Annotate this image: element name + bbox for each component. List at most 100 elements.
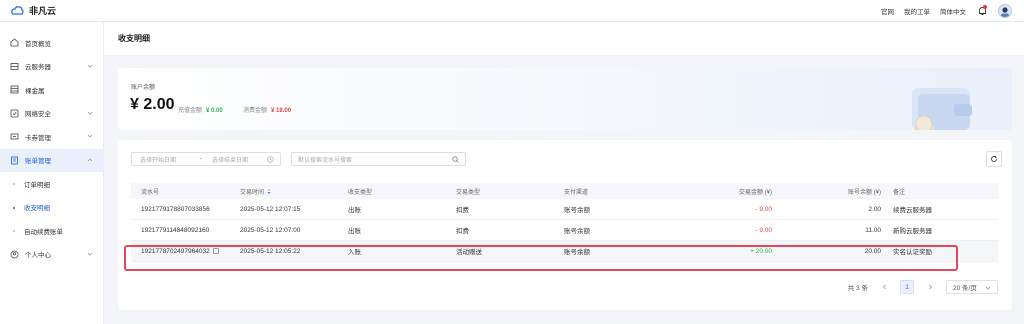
pagination-total: 共 3 条 [847, 285, 868, 292]
sidebar-item-coupons[interactable]: 卡券管理 [0, 125, 103, 149]
channel-cell: 账号余额 [564, 249, 590, 256]
sidebar-subitem-label: 自动续费账单 [24, 228, 63, 236]
balance-cell: 20.00 [864, 247, 881, 255]
next-page-button[interactable] [923, 280, 937, 294]
sidebar-item-label: 个人中心 [25, 252, 51, 260]
column-header: 支付渠道 [564, 189, 589, 196]
direction-cell: 入账 [348, 249, 361, 256]
balance-label: 账户余额 [131, 85, 156, 91]
baremetal-icon [10, 85, 19, 94]
amount-cell: - 9.00 [755, 205, 772, 213]
sidebar-subitem-auto-renewal[interactable]: 自动续费账单 [0, 219, 103, 243]
chevron-up-icon [87, 157, 93, 161]
server-icon [10, 62, 19, 71]
balance-card: 账户余额 ¥ 2.00 充值金额 ¥ 0.00 消费金额 ¥ 18.00 [118, 68, 1012, 130]
column-header-time[interactable]: 交易时间 [240, 187, 348, 196]
official-site-link[interactable]: 官网 [881, 6, 894, 16]
prev-page-button[interactable] [877, 280, 891, 294]
column-header: 流水号 [141, 189, 160, 196]
search-input[interactable]: 默认搜索流水号搜索 [291, 152, 466, 166]
refresh-button[interactable] [986, 151, 1002, 167]
channel-cell: 账号余额 [564, 207, 590, 214]
serial-cell: 1921779178807033856 [141, 205, 210, 213]
clock-icon [267, 156, 274, 163]
balance-amount: ¥ 2.00 [130, 96, 175, 113]
chevron-right-icon [928, 284, 932, 290]
my-tickets-link[interactable]: 我的工单 [904, 6, 930, 16]
column-header: 交易金额 (¥) [738, 189, 772, 196]
chevron-down-icon [87, 134, 93, 138]
sidebar-item-personal-center[interactable]: 个人中心 [0, 243, 103, 267]
sidebar-item-cloud-server[interactable]: 云服务器 [0, 55, 103, 79]
brand[interactable]: 非凡云 [0, 4, 56, 17]
remark-cell: 实名认证奖励 [893, 249, 932, 256]
balance-cell: 11.00 [865, 226, 881, 234]
notification-dot [983, 5, 987, 9]
app-name: 非凡云 [29, 6, 57, 16]
sidebar: 首页概览 云服务器 裸金属 网络安全 卡券管理 账单管理 订单明细 收支明细 自… [0, 22, 104, 324]
cloud-logo-icon [11, 5, 24, 15]
amount-cell: + 20.00 [750, 247, 772, 255]
pagination: 共 3 条 1 20 条/页 [848, 280, 998, 294]
sidebar-item-overview[interactable]: 首页概览 [0, 31, 103, 55]
column-header: 账号余额 (¥) [847, 189, 881, 196]
page-size-value: 20 条/页 [953, 285, 977, 292]
date-range-picker[interactable]: 选择开始日期 - 选择结束日期 [131, 152, 281, 166]
home-icon [10, 38, 19, 47]
type-cell: 活动赠送 [456, 249, 482, 256]
sidebar-subitem-label: 收支明细 [24, 205, 50, 213]
search-icon[interactable] [452, 156, 459, 163]
ticket-icon [10, 132, 19, 141]
time-cell: 2025-05-12 12:07:00 [240, 226, 301, 234]
recharge-value: ¥ 0.00 [206, 108, 223, 114]
chevron-down-icon [87, 64, 93, 68]
direction-cell: 出账 [348, 228, 361, 235]
language-switch[interactable]: 简体中文 [940, 6, 966, 16]
notification-bell-icon[interactable] [976, 5, 988, 17]
sidebar-item-billing[interactable]: 账单管理 [0, 148, 103, 172]
sidebar-subitem-transactions[interactable]: 收支明细 [0, 196, 103, 220]
refresh-icon [991, 155, 997, 162]
table-row: 1921778702497964032 2025-05-12 12:05:22 … [131, 241, 998, 262]
table-row: 1921779114848092160 2025-05-12 12:07:00 … [131, 220, 998, 241]
sidebar-item-network-security[interactable]: 网络安全 [0, 102, 103, 126]
column-header: 备注 [893, 189, 906, 196]
serial-cell: 1921779114848092160 [141, 226, 210, 234]
table-header: 流水号 交易时间 收支类型 交易类型 支付渠道 交易金额 (¥) 账号余额 (¥… [131, 183, 998, 199]
spend-value: ¥ 18.00 [271, 108, 292, 114]
chevron-down-icon [87, 111, 93, 115]
remark-cell: 新购云服务器 [893, 228, 932, 235]
transactions-panel: 选择开始日期 - 选择结束日期 默认搜索流水号搜索 流水号 交易时间 收支类型 … [118, 140, 1012, 310]
sidebar-item-label: 卡券管理 [25, 134, 51, 142]
type-cell: 扣费 [456, 207, 469, 214]
serial-value: 1921778702497964032 [141, 247, 210, 255]
copy-icon[interactable] [212, 247, 219, 254]
sort-icon[interactable] [267, 188, 271, 195]
serial-cell: 1921778702497964032 [131, 248, 240, 255]
page-size-select[interactable]: 20 条/页 [946, 280, 998, 294]
start-date-input[interactable]: 选择开始日期 [140, 155, 176, 164]
channel-cell: 账号余额 [564, 228, 590, 235]
amount-cell: - 9.00 [755, 226, 772, 234]
chevron-left-icon [882, 284, 886, 290]
chevron-down-icon [985, 286, 991, 290]
page-title: 收支明细 [118, 34, 150, 43]
top-bar: 非凡云 官网 我的工单 简体中文 [0, 0, 1024, 22]
avatar[interactable] [998, 4, 1012, 18]
search-placeholder: 默认搜索流水号搜索 [298, 157, 353, 164]
date-separator: - [200, 156, 202, 162]
direction-cell: 出账 [348, 207, 361, 214]
sidebar-item-bare-metal[interactable]: 裸金属 [0, 78, 103, 102]
time-cell: 2025-05-12 12:07:15 [240, 205, 301, 213]
column-header: 收支类型 [348, 189, 373, 196]
page-number-button[interactable]: 1 [900, 280, 914, 294]
shield-icon [10, 109, 19, 118]
user-icon [10, 250, 19, 259]
sidebar-subitem-orders[interactable]: 订单明细 [0, 172, 103, 196]
end-date-input[interactable]: 选择结束日期 [212, 155, 248, 164]
remark-cell: 续费云服务器 [893, 207, 932, 214]
balance-cell: 2.00 [868, 205, 881, 213]
sidebar-subitem-label: 订单明细 [24, 181, 50, 189]
sidebar-item-label: 网络安全 [25, 111, 51, 119]
top-nav: 官网 我的工单 简体中文 [881, 0, 1012, 22]
